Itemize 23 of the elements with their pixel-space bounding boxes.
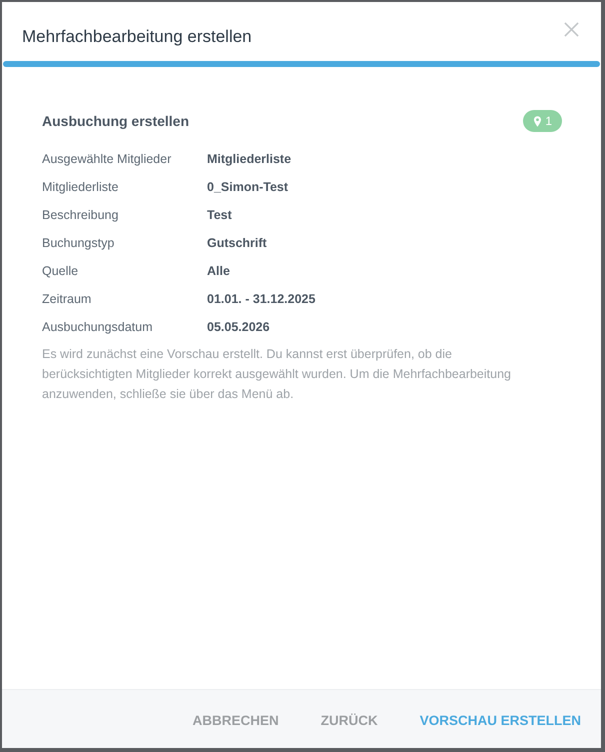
dialog-title: Mehrfachbearbeitung erstellen <box>22 26 252 46</box>
field-label: Zeitraum <box>42 292 92 306</box>
field-value: 01.01. - 31.12.2025 <box>207 292 316 306</box>
field-value: Test <box>207 208 232 222</box>
footer-button[interactable]: ABBRECHEN <box>184 706 287 734</box>
field-label: Quelle <box>42 264 80 278</box>
close-icon[interactable] <box>564 22 579 37</box>
field-label: Beschreibung <box>42 208 120 222</box>
field-label: Ausgewählte Mitglieder <box>42 152 172 166</box>
field-value: Alle <box>207 264 230 278</box>
section-title: Ausbuchung erstellen <box>42 113 190 129</box>
field-value: Gutschrift <box>207 236 267 250</box>
footer-button[interactable]: ZURÜCK <box>312 706 386 734</box>
field-label: Mitgliederliste <box>42 180 120 194</box>
field-value: Mitgliederliste <box>207 152 292 166</box>
count-label: 1 <box>545 114 552 128</box>
field-value: 05.05.2026 <box>207 320 270 334</box>
field-value: 0_Simon-Test <box>207 180 288 194</box>
field-label: Buchungstyp <box>42 236 116 250</box>
map-pin-icon <box>534 116 542 126</box>
footer-button[interactable]: VORSCHAU ERSTELLEN <box>412 706 589 734</box>
field-label: Ausbuchungsdatum <box>42 320 154 334</box>
info-text: Es wird zunächst eine Vorschau erstellt. Du kannst erst überprüfen, ob die berücksichtigten Mitglieder korrekt ausgewählt wurden. Um die Mehrfachbearbeitung anzuwenden, schließe sie über das Menü ab. <box>42 346 512 403</box>
